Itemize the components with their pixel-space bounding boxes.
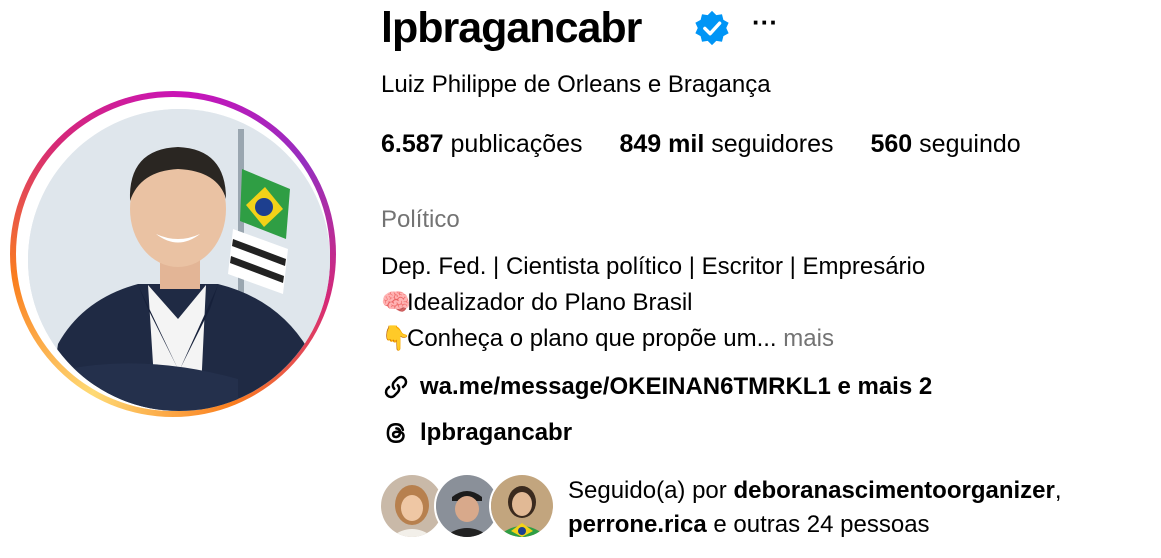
profile-bio: Dep. Fed. | Cientista político | Escrito…	[381, 249, 925, 357]
mutual-followers-avatars[interactable]	[379, 473, 555, 539]
mutual-follower-avatar	[489, 473, 555, 539]
mutual-follower-link-2[interactable]: perrone.rica	[568, 511, 707, 538]
followed-by-separator: ,	[1054, 477, 1062, 504]
bio-line-2: 🧠Idealizador do Plano Brasil	[381, 285, 925, 321]
website-link[interactable]: wa.me/message/OKEINAN6TMRKL1 e mais 2	[381, 371, 932, 403]
followed-by-prefix: Seguido(a) por	[568, 477, 727, 504]
stat-following[interactable]: 560 seguindo	[871, 129, 1021, 159]
profile-avatar[interactable]	[28, 109, 330, 411]
followers-count: 849 mil	[619, 130, 705, 158]
mutual-follower-link-1[interactable]: deboranascimentoorganizer	[733, 477, 1054, 504]
bio-line-2-text: Idealizador do Plano Brasil	[407, 289, 693, 316]
website-link-text: wa.me/message/OKEINAN6TMRKL1 e mais 2	[420, 373, 933, 400]
brain-icon: 🧠	[381, 289, 411, 316]
profile-photo	[28, 109, 330, 411]
followers-label: seguidores	[711, 130, 834, 158]
more-options-icon[interactable]: ···	[750, 9, 780, 40]
followed-by-line-2: perrone.rica e outras 24 pessoas	[568, 508, 1062, 542]
pointing-down-icon: 👇	[381, 325, 411, 352]
followed-by-line-1: Seguido(a) por deboranascimentoorganizer…	[568, 474, 1062, 508]
bio-line-3: 👇Conheça o plano que propõe um... mais	[381, 321, 925, 357]
profile-stats: 6.587 publicações 849 mil seguidores 560…	[381, 129, 1051, 159]
threads-icon	[386, 422, 405, 444]
verified-badge-icon	[695, 10, 729, 46]
bio-more-link[interactable]: mais	[783, 325, 834, 352]
bio-line-3-text: Conheça o plano que propõe um...	[407, 325, 777, 352]
profile-avatar-story-ring[interactable]	[10, 91, 336, 417]
link-icon	[384, 375, 408, 399]
following-count: 560	[870, 130, 913, 158]
profile-username: lpbragancabr	[381, 4, 642, 52]
posts-count: 6.587	[381, 130, 444, 158]
followed-by-suffix[interactable]: e outras 24 pessoas	[713, 511, 929, 538]
following-label: seguindo	[919, 130, 1021, 158]
followed-by-text: Seguido(a) por deboranascimentoorganizer…	[568, 474, 1062, 542]
avatar-ring-gap	[16, 97, 330, 411]
stat-posts[interactable]: 6.587 publicações	[381, 129, 583, 159]
profile-category: Político	[381, 206, 460, 233]
profile-full-name: Luiz Philippe de Orleans e Bragança	[381, 71, 771, 98]
bio-line-1: Dep. Fed. | Cientista político | Escrito…	[381, 253, 926, 280]
threads-link-text: lpbragancabr	[420, 419, 573, 446]
stat-followers[interactable]: 849 mil seguidores	[620, 129, 834, 159]
posts-label: publicações	[450, 130, 583, 158]
threads-link[interactable]: lpbragancabr	[381, 417, 572, 449]
